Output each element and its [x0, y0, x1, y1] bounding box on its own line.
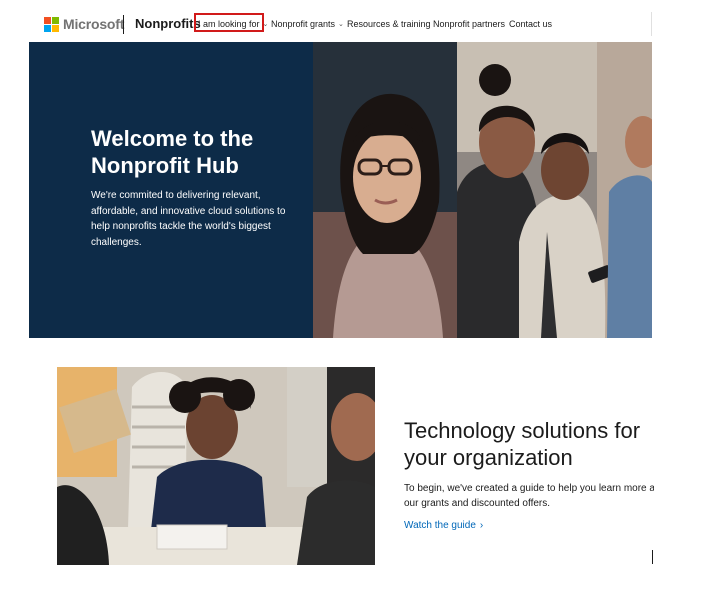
text-cursor [652, 550, 653, 564]
chevron-down-icon: ⌄ [338, 21, 344, 28]
header-divider [123, 15, 124, 34]
section-title-nonprofits[interactable]: Nonprofits [135, 16, 201, 31]
header-edge [651, 12, 652, 36]
microsoft-logo-icon[interactable] [44, 17, 59, 32]
feature-title-line: your organization [404, 445, 573, 470]
nav-highlight-box [194, 13, 264, 32]
feature-description: To begin, we've created a guide to help … [404, 481, 654, 511]
feature-title-line: Technology solutions for [404, 418, 641, 443]
feature-body-line: To begin, we've created a guide to help … [404, 483, 654, 494]
nav-label: Contact us [509, 19, 553, 29]
hero-photo-woman [313, 42, 457, 338]
microsoft-wordmark[interactable]: Microsoft [63, 16, 124, 32]
hero-title-line: Welcome to the [91, 126, 254, 151]
chevron-right-icon: › [479, 520, 484, 531]
feature-title: Technology solutions for your organizati… [404, 417, 664, 471]
logo-square-red [44, 17, 51, 24]
watch-the-guide-link[interactable]: Watch the guide › [404, 520, 483, 531]
hero-photo-group [457, 42, 652, 338]
hero-banner: Welcome to the Nonprofit Hub We're commi… [29, 42, 652, 338]
hero-body-line: help nonprofits tackle the world's bigge… [91, 221, 271, 232]
nav-item-nonprofit-grants[interactable]: Nonprofit grants ⌄ [271, 19, 344, 29]
hero-title: Welcome to the Nonprofit Hub [91, 125, 311, 179]
nav-label: Nonprofit partners [433, 19, 506, 29]
nav-label: Nonprofit grants [271, 19, 336, 29]
feature-body-line: our grants and discounted offers. [404, 498, 551, 509]
logo-square-yellow [52, 25, 59, 32]
hero-description: We're commited to delivering relevant, a… [91, 188, 301, 250]
woman-illustration [313, 42, 457, 338]
feature-photo-meeting [57, 367, 375, 565]
hero-title-line: Nonprofit Hub [91, 153, 239, 178]
hero-body-line: challenges. [91, 236, 142, 248]
nav-item-nonprofit-partners[interactable]: Nonprofit partners [433, 19, 505, 29]
meeting-illustration [57, 367, 375, 565]
hero-body-line: We're commited to delivering relevant, [91, 190, 261, 201]
nav-item-resources-training[interactable]: Resources & training [347, 19, 431, 29]
logo-square-blue [44, 25, 51, 32]
watch-link-label: Watch the guide [404, 520, 476, 531]
hero-body-line: affordable, and innovative cloud solutio… [91, 205, 286, 217]
nav-item-contact-us[interactable]: Contact us [509, 19, 552, 29]
logo-square-green [52, 17, 59, 24]
group-illustration [457, 42, 652, 338]
nav-label: Resources & training [347, 19, 431, 29]
